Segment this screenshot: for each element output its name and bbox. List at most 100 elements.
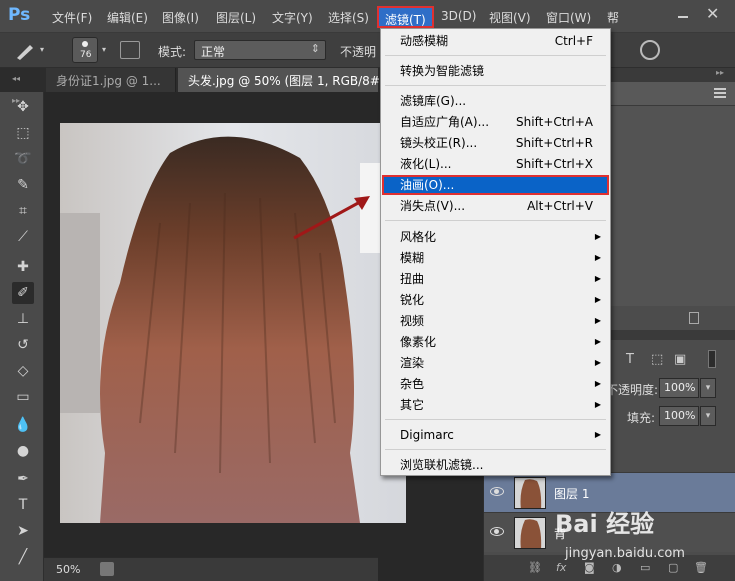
tool-preset-arrow-icon[interactable]: ▾ xyxy=(40,45,44,54)
menu-item-browse-online-filters[interactable]: 浏览联机滤镜... xyxy=(382,455,609,475)
menu-item-oil-paint[interactable]: 油画(O)... xyxy=(382,175,609,195)
tab-id-card[interactable]: 身份证1.jpg @ 1... xyxy=(46,68,176,92)
layer-opacity-input[interactable]: 100% xyxy=(659,378,699,398)
menu-item-video[interactable]: 视频 ▶ xyxy=(382,311,609,331)
menu-item-label: 滤镜库(G)... xyxy=(400,94,467,108)
submenu-arrow-icon: ▶ xyxy=(594,430,601,439)
gradient-tool-icon[interactable]: ▭ xyxy=(12,386,34,408)
menu-view[interactable]: 视图(V) xyxy=(489,9,531,26)
menu-item-vanishing-point[interactable]: 消失点(V)... Alt+Ctrl+V xyxy=(382,196,609,216)
history-brush-tool-icon[interactable]: ↺ xyxy=(12,334,34,356)
tab-label: 头发.jpg @ 50% (图层 1, RGB/8#) * xyxy=(188,74,395,88)
dodge-tool-icon[interactable]: ● xyxy=(12,440,34,462)
layer-fill-input[interactable]: 100% xyxy=(659,406,699,426)
trash-icon[interactable] xyxy=(689,312,699,324)
menu-item-blur[interactable]: 模糊 ▶ xyxy=(382,248,609,268)
menu-file[interactable]: 文件(F) xyxy=(52,9,92,26)
tab-label: 身份证1.jpg @ 1... xyxy=(56,74,161,88)
menu-item-label: Digimarc xyxy=(400,428,454,442)
menu-bar: Ps 文件(F) 编辑(E) 图像(I) 图层(L) 文字(Y) 选择(S) 滤… xyxy=(0,0,735,33)
zoom-level[interactable]: 50% xyxy=(56,563,80,576)
brush-tool-icon[interactable]: ✐ xyxy=(12,282,34,304)
menu-item-digimarc[interactable]: Digimarc ▶ xyxy=(382,425,609,445)
menu-item-liquify[interactable]: 液化(L)... Shift+Ctrl+X xyxy=(382,154,609,174)
menu-separator xyxy=(385,55,606,56)
tab-hair[interactable]: 头发.jpg @ 50% (图层 1, RGB/8#) * xyxy=(178,68,394,92)
menu-item-stylize[interactable]: 风格化 ▶ xyxy=(382,227,609,247)
minimize-icon[interactable] xyxy=(674,6,692,24)
photoshop-logo: Ps xyxy=(8,5,31,25)
panel-menu-icon[interactable] xyxy=(714,88,726,98)
layer-opacity-label: 不透明度: xyxy=(606,383,659,397)
quick-select-tool-icon[interactable]: ✎ xyxy=(12,174,34,196)
pen-tool-icon[interactable]: ✒ xyxy=(12,468,34,490)
menu-item-noise[interactable]: 杂色 ▶ xyxy=(382,374,609,394)
brush-preset-arrow-icon[interactable]: ▾ xyxy=(102,45,106,54)
marquee-tool-icon[interactable]: ⬚ xyxy=(12,122,34,144)
brush-size-value: 76 xyxy=(80,50,92,60)
link-icon[interactable]: ⛓ xyxy=(528,561,542,574)
brush-tool-icon[interactable] xyxy=(14,41,36,61)
menu-item-label: 锐化 xyxy=(400,293,425,307)
menu-separator xyxy=(385,85,606,86)
clone-stamp-tool-icon[interactable]: ⊥ xyxy=(12,308,34,330)
menu-layer[interactable]: 图层(L) xyxy=(216,9,256,26)
chevron-down-icon[interactable]: ▾ xyxy=(700,406,716,426)
path-select-tool-icon[interactable]: ➤ xyxy=(12,520,34,542)
menu-item-convert-smart-filter[interactable]: 转换为智能滤镜 xyxy=(382,61,609,81)
filter-toggle-icon[interactable] xyxy=(708,350,716,368)
submenu-arrow-icon: ▶ xyxy=(594,400,601,409)
submenu-arrow-icon: ▶ xyxy=(594,358,601,367)
menu-edit[interactable]: 编辑(E) xyxy=(107,9,148,26)
menu-item-shortcut: Shift+Ctrl+R xyxy=(515,136,593,150)
layer-thumbnail-image xyxy=(515,478,545,508)
opacity-label: 不透明 xyxy=(340,45,377,59)
eye-icon[interactable] xyxy=(490,527,504,536)
status-bar: 50% xyxy=(44,557,378,581)
pressure-size-icon[interactable] xyxy=(640,40,660,60)
mode-select[interactable]: 正常 ⇕ xyxy=(194,40,326,60)
menu-3d[interactable]: 3D(D) xyxy=(441,9,476,23)
menu-item-adaptive-wide-angle[interactable]: 自适应广角(A)... Shift+Ctrl+A xyxy=(382,112,609,132)
eraser-tool-icon[interactable]: ◇ xyxy=(12,360,34,382)
eye-icon[interactable] xyxy=(490,487,504,496)
menu-item-label: 自适应广角(A)... xyxy=(400,115,490,129)
layer-thumbnail xyxy=(514,477,546,509)
menu-help[interactable]: 帮 xyxy=(607,9,619,26)
line-tool-icon[interactable]: ╱ xyxy=(12,546,34,568)
chevron-down-icon[interactable]: ▾ xyxy=(700,378,716,398)
menu-filter[interactable]: 滤镜(T) xyxy=(377,6,434,28)
menu-type[interactable]: 文字(Y) xyxy=(272,9,313,26)
eyedropper-tool-icon[interactable]: ⟋ xyxy=(12,226,34,248)
panel-collapse-icon[interactable]: ▸▸ xyxy=(716,68,724,77)
close-icon[interactable]: ✕ xyxy=(706,4,719,23)
menu-image[interactable]: 图像(I) xyxy=(162,9,199,26)
blur-tool-icon[interactable]: 💧 xyxy=(12,414,34,436)
menu-select[interactable]: 选择(S) xyxy=(328,9,369,26)
menu-item-render[interactable]: 渲染 ▶ xyxy=(382,353,609,373)
lasso-tool-icon[interactable]: ➰ xyxy=(12,148,34,170)
type-tool-icon[interactable]: T xyxy=(12,494,34,516)
panel-collapse-icon[interactable]: ◂◂ xyxy=(12,74,20,83)
menu-item-shortcut: Shift+Ctrl+X xyxy=(516,157,593,171)
menu-item-filter-gallery[interactable]: 滤镜库(G)... xyxy=(382,91,609,111)
document-info-icon[interactable] xyxy=(100,562,114,576)
menu-item-motion-blur[interactable]: 动感模糊 Ctrl+F xyxy=(382,31,609,51)
move-tool-icon[interactable]: ✥ xyxy=(12,96,34,118)
healing-brush-tool-icon[interactable]: ✚ xyxy=(12,256,34,278)
menu-item-label: 转换为智能滤镜 xyxy=(400,64,485,78)
layer-thumbnail-image xyxy=(515,518,545,548)
menu-item-sharpen[interactable]: 锐化 ▶ xyxy=(382,290,609,310)
crop-tool-icon[interactable]: ⌗ xyxy=(12,200,34,222)
menu-window[interactable]: 窗口(W) xyxy=(546,9,591,26)
smart-object-filter-icon[interactable]: ▣ xyxy=(674,352,686,367)
menu-item-other[interactable]: 其它 ▶ xyxy=(382,395,609,415)
shape-filter-icon[interactable]: ⬚ xyxy=(651,352,663,367)
brush-panel-toggle-icon[interactable] xyxy=(120,41,140,59)
options-bar: ▾ 76 ▾ 模式: 正常 ⇕ 不透明 xyxy=(0,33,735,68)
type-filter-icon[interactable]: T xyxy=(626,352,634,367)
menu-item-pixelate[interactable]: 像素化 ▶ xyxy=(382,332,609,352)
filter-menu: 动感模糊 Ctrl+F 转换为智能滤镜 滤镜库(G)... 自适应广角(A)..… xyxy=(380,28,611,476)
menu-item-distort[interactable]: 扭曲 ▶ xyxy=(382,269,609,289)
menu-item-lens-correction[interactable]: 镜头校正(R)... Shift+Ctrl+R xyxy=(382,133,609,153)
